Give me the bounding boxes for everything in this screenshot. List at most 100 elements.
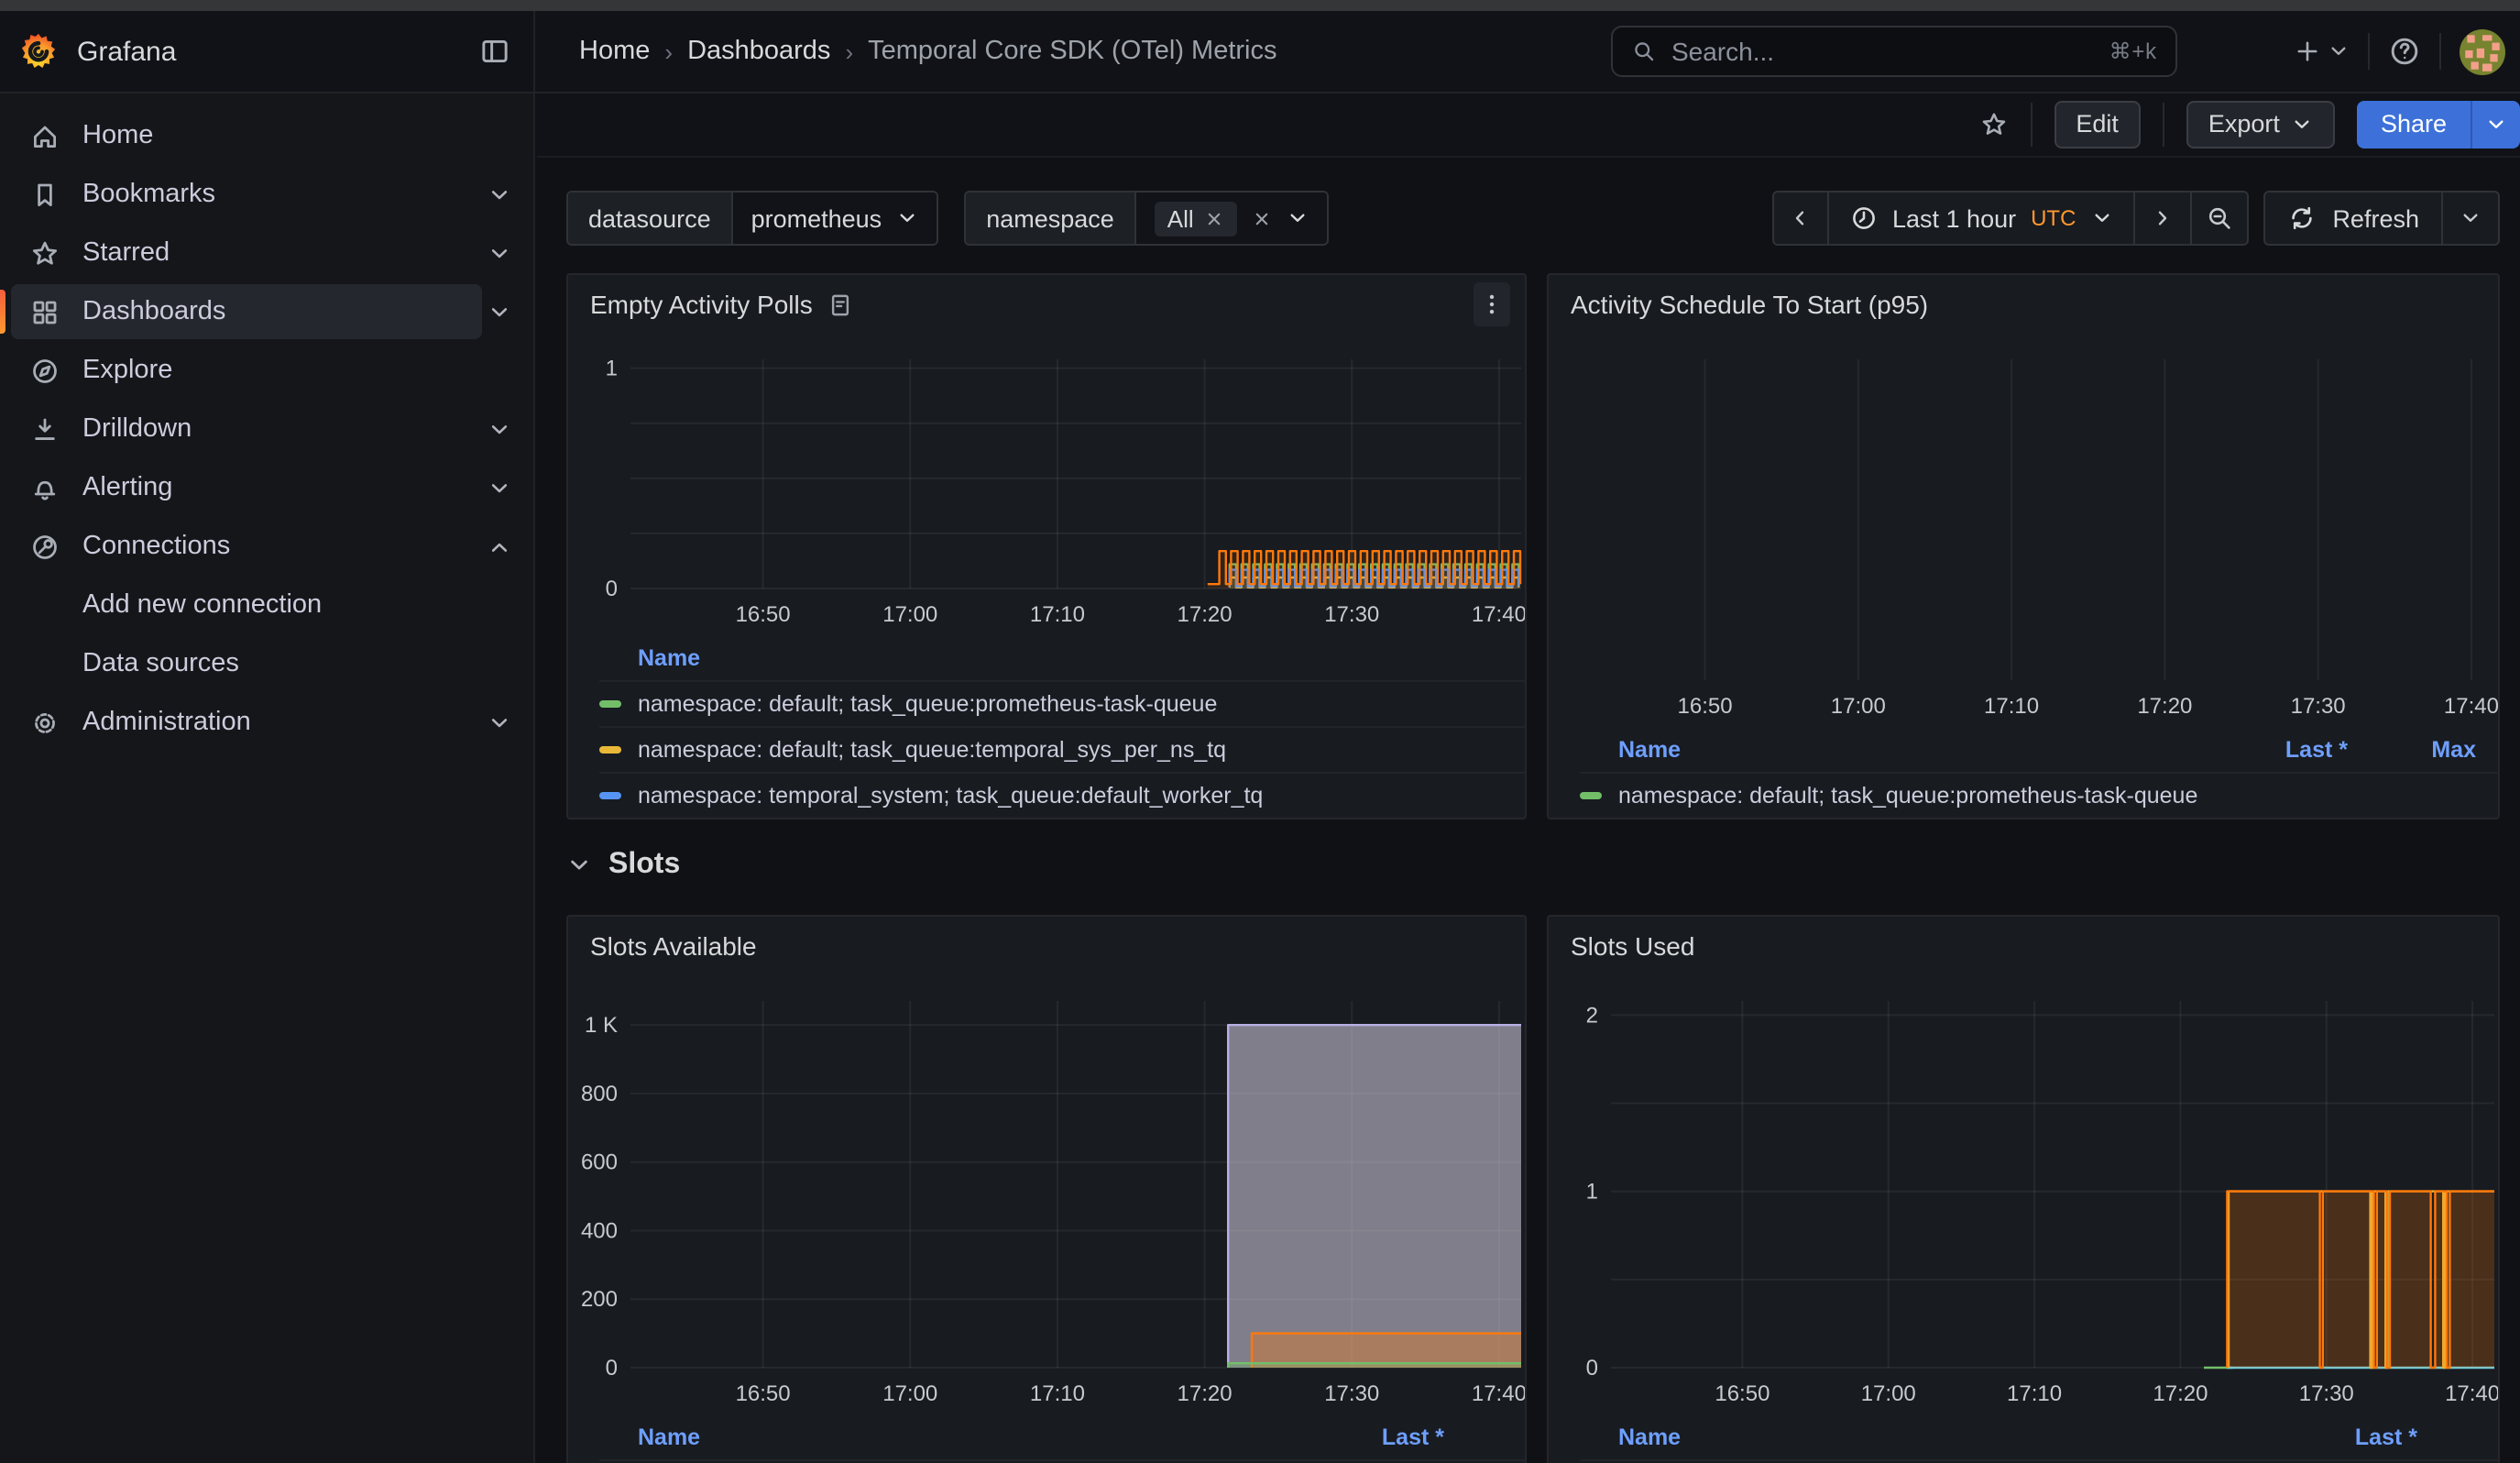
zoom-out-button[interactable] <box>2191 191 2248 246</box>
svg-text:0: 0 <box>606 1356 618 1380</box>
search-shortcut: ⌘+k <box>2109 38 2157 64</box>
legend-row[interactable]: namespace: temporal_system; task_queue:d… <box>599 772 1525 818</box>
time-series-plot[interactable]: 0116:5017:0017:1017:2017:3017:40 <box>568 334 1525 636</box>
user-avatar[interactable] <box>2460 28 2505 74</box>
svg-text:17:40: 17:40 <box>1472 602 1525 627</box>
legend-row[interactable]: namespace: default; task_queue:prometheu… <box>599 680 1525 726</box>
chevron-down-icon[interactable] <box>488 417 511 441</box>
chevron-down-icon[interactable] <box>488 182 511 206</box>
legend-row[interactable]: namespace: default; task_queue:temporal_… <box>599 726 1525 772</box>
chevron-down-icon[interactable] <box>488 476 511 500</box>
panel-description-icon[interactable] <box>827 291 855 318</box>
legend-column-name[interactable]: Name <box>1580 1424 2289 1450</box>
sidebar-item-data-sources[interactable]: Data sources <box>0 634 533 693</box>
clear-all-icon[interactable] <box>1253 208 1273 228</box>
sidebar-item-label: Add new connection <box>82 590 511 620</box>
sidebar-item-label: Starred <box>82 238 466 268</box>
chevron-down-icon[interactable] <box>488 241 511 265</box>
sidebar-item-alerting[interactable]: Alerting <box>0 458 533 517</box>
legend-column-last-[interactable]: Last * <box>2289 1424 2417 1450</box>
divider <box>2030 102 2032 146</box>
search-icon <box>1631 38 1657 64</box>
svg-text:1: 1 <box>1586 1180 1598 1204</box>
legend-row[interactable]: namespace: default; task_queue:prometheu… <box>1580 1459 2498 1463</box>
export-button[interactable]: Export <box>2186 100 2335 148</box>
brand-zone: Grafana <box>0 11 535 92</box>
breadcrumb-item-home[interactable]: Home <box>579 37 650 66</box>
svg-text:2: 2 <box>1586 1003 1598 1028</box>
time-range-picker[interactable]: Last 1 hour UTC <box>1828 191 2134 246</box>
sidebar-item-label: Connections <box>82 532 466 561</box>
panel-menu-button[interactable] <box>1474 282 1510 326</box>
chevron-down-icon <box>2460 207 2482 229</box>
breadcrumb-item-dashboards[interactable]: Dashboards <box>687 37 830 66</box>
time-shift-forward-button[interactable] <box>2134 191 2191 246</box>
svg-text:17:00: 17:00 <box>1861 1381 1916 1406</box>
favorite-star-button[interactable] <box>1978 109 2008 138</box>
sidebar-item-bookmarks[interactable]: Bookmarks <box>0 165 533 224</box>
svg-text:17:30: 17:30 <box>2291 694 2346 719</box>
export-button-label: Export <box>2208 110 2280 138</box>
svg-text:600: 600 <box>581 1150 618 1175</box>
grafana-logo[interactable] <box>18 31 59 72</box>
drilldown-icon <box>29 413 60 445</box>
time-series-plot[interactable]: 02004006008001 K16:5017:0017:1017:2017:3… <box>568 975 1525 1415</box>
time-series-plot[interactable]: 16:5017:0017:1017:2017:3017:40 <box>1549 334 2498 728</box>
chevron-up-icon[interactable] <box>488 534 511 558</box>
search-input[interactable]: Search... ⌘+k <box>1611 26 2177 77</box>
remove-tag-icon[interactable] <box>1205 208 1225 228</box>
row-section-slots[interactable]: Slots <box>537 820 2520 889</box>
namespace-select[interactable]: All <box>1136 192 1328 244</box>
series-color-pill <box>599 746 621 754</box>
sidebar-toggle-icon[interactable] <box>478 35 511 68</box>
svg-text:17:20: 17:20 <box>1178 602 1233 627</box>
window-titlebar-strip <box>0 0 2520 11</box>
namespace-selected-tag[interactable]: All <box>1155 201 1238 236</box>
share-dropdown-button[interactable] <box>2471 100 2520 148</box>
sidebar-item-connections[interactable]: Connections <box>0 517 533 576</box>
sidebar-item-drilldown[interactable]: Drilldown <box>0 400 533 458</box>
apps-icon <box>29 296 60 327</box>
breadcrumb-separator: › <box>664 38 673 65</box>
panel-title: Slots Used <box>1571 931 1694 961</box>
panel-header[interactable]: Slots Available <box>568 917 1525 975</box>
sidebar-item-label: Explore <box>82 356 511 385</box>
refresh-interval-dropdown[interactable] <box>2443 191 2500 246</box>
breadcrumb-item-temporal-core-sdk-otel-metrics: Temporal Core SDK (OTel) Metrics <box>868 37 1276 66</box>
legend-column-name[interactable]: Name <box>1580 737 2219 763</box>
legend-column-last-[interactable]: Last * <box>1316 1424 1444 1450</box>
sidebar-item-home[interactable]: Home <box>0 106 533 165</box>
add-new-button[interactable] <box>2293 37 2350 66</box>
sidebar-item-dashboards[interactable]: Dashboards <box>0 282 533 341</box>
chevron-down-icon[interactable] <box>488 710 511 734</box>
sidebar-item-administration[interactable]: Administration <box>0 693 533 752</box>
sidebar-item-add-new-connection[interactable]: Add new connection <box>0 576 533 634</box>
sidebar-item-starred[interactable]: Starred <box>0 224 533 282</box>
legend-column-name[interactable]: Name <box>599 645 1525 671</box>
legend-column-max[interactable]: Max <box>2348 737 2476 763</box>
chevron-down-icon[interactable] <box>488 300 511 324</box>
svg-text:17:00: 17:00 <box>882 602 937 627</box>
panel-header[interactable]: Empty Activity Polls <box>568 275 1525 334</box>
svg-text:200: 200 <box>581 1287 618 1312</box>
legend-column-name[interactable]: Name <box>599 1424 1316 1450</box>
sidebar-item-label: Home <box>82 121 511 150</box>
sidebar-item-explore[interactable]: Explore <box>0 341 533 400</box>
edit-button[interactable]: Edit <box>2054 100 2141 148</box>
help-icon[interactable] <box>2388 35 2421 68</box>
legend-column-last-[interactable]: Last * <box>2219 737 2348 763</box>
svg-text:1 K: 1 K <box>585 1013 618 1038</box>
datasource-select[interactable]: prometheus <box>733 192 937 244</box>
star-icon <box>29 237 60 269</box>
legend-row[interactable]: namespace: default; task_queue:prometheu… <box>599 1459 1525 1463</box>
panel-header[interactable]: Activity Schedule To Start (p95) <box>1549 275 2498 334</box>
series-label: namespace: temporal_system; task_queue:d… <box>638 783 1263 808</box>
legend-row[interactable]: namespace: default; task_queue:prometheu… <box>1580 772 2498 818</box>
filters-row: datasource prometheus namespace All <box>537 158 2520 246</box>
time-shift-back-button[interactable] <box>1771 191 1828 246</box>
panel-header[interactable]: Slots Used <box>1549 917 2498 975</box>
time-series-plot[interactable]: 01216:5017:0017:1017:2017:3017:40 <box>1549 975 2498 1415</box>
legend-header: NameLast *Max <box>1580 728 2498 772</box>
refresh-button[interactable]: Refresh <box>2263 191 2443 246</box>
share-button[interactable]: Share <box>2357 100 2471 148</box>
